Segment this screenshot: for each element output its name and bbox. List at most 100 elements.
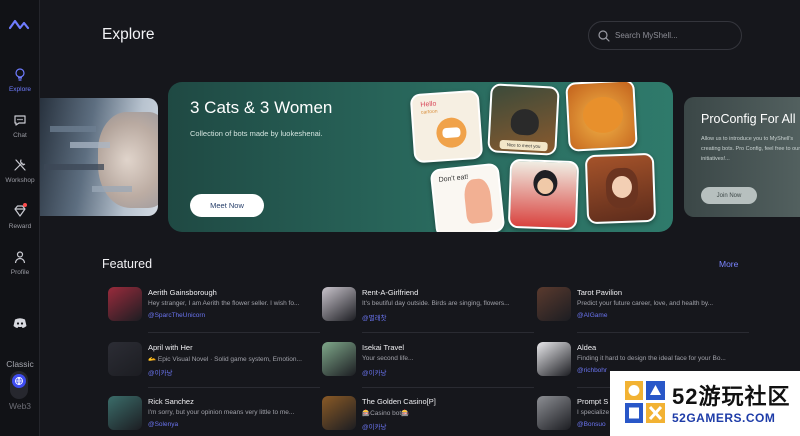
discord-icon[interactable]	[13, 317, 27, 329]
bot-description: 🫴 Epic Visual Novel · Solid game system,…	[148, 356, 302, 363]
bot-avatar	[537, 287, 571, 321]
more-link[interactable]: More	[719, 259, 738, 269]
bot-description: Your second life...	[362, 355, 414, 362]
bot-description: I'm sorry, but your opinion means very l…	[148, 409, 295, 416]
featured-bot-item[interactable]: April with Her 🫴 Epic Visual Novel · Soli…	[108, 342, 320, 390]
banner-card-next[interactable]: ProConfig For All Allow us to introduce …	[684, 97, 800, 217]
bot-creator[interactable]: @AIGame	[577, 312, 607, 319]
search-icon	[598, 30, 610, 42]
cat-street-tile: Nice to meet you	[487, 83, 560, 156]
banner-next-title: ProConfig For All	[701, 112, 796, 126]
bot-avatar	[322, 396, 356, 430]
sidebar-item-reward[interactable]: Reward	[0, 203, 40, 230]
banner-card-main[interactable]: 3 Cats & 3 Women Collection of bots made…	[168, 82, 673, 232]
woman-red-tile	[507, 158, 580, 231]
banner-next-description: Allow us to introduce you to MyShell's c…	[701, 136, 800, 162]
sidebar-item-label: Reward	[8, 223, 32, 230]
classic-mode-label: Classic	[6, 359, 34, 369]
bot-creator[interactable]: @richbohr	[577, 367, 607, 374]
bot-description: Hey stranger, I am Aerith the flower sel…	[148, 300, 300, 307]
search-input[interactable]	[615, 22, 735, 49]
sidebar: Explore Chat Workshop Reward Profile Cla…	[0, 0, 40, 436]
glitch-stripe	[50, 126, 96, 132]
bot-name: Aldea	[577, 343, 597, 352]
featured-bot-item[interactable]: Isekai Travel Your second life... @이카낭	[322, 342, 534, 390]
globe-icon	[15, 377, 23, 386]
join-now-button[interactable]: Join Now	[701, 187, 757, 204]
bot-name: Rent-A-Girlfriend	[362, 288, 419, 297]
cat-orange-tile	[565, 82, 638, 152]
bot-name: Prompt S	[577, 397, 609, 406]
woman-cartoon-tile: Don't eat!	[429, 162, 506, 232]
user-icon	[14, 251, 26, 264]
watermark: 52游玩社区 52GAMERS.COM	[610, 371, 800, 436]
myshell-logo-icon[interactable]	[9, 18, 31, 32]
glitch-stripe	[44, 164, 104, 170]
bot-avatar	[322, 342, 356, 376]
banner-card-previous[interactable]	[40, 98, 158, 216]
sidebar-item-label: Chat	[13, 132, 27, 139]
page-title: Explore	[102, 26, 155, 43]
featured-bot-item[interactable]: Tarot Pavilion Predict your future career…	[537, 287, 749, 335]
toggle-knob	[12, 374, 26, 388]
woman-brown-tile	[584, 152, 657, 225]
sidebar-item-profile[interactable]: Profile	[0, 250, 40, 276]
featured-bot-item[interactable]: The Golden Casino[P] 🎰Casino bot🎰 @이카낭	[322, 396, 522, 436]
bot-avatar	[108, 287, 142, 321]
bot-creator[interactable]: @Bonsuo	[577, 421, 606, 428]
divider	[362, 332, 534, 333]
bot-description: 🎰Casino bot🎰	[362, 410, 410, 417]
sidebar-item-label: Explore	[8, 86, 32, 93]
bot-avatar	[537, 396, 571, 430]
tile-text-hello: Hello	[420, 100, 437, 109]
bot-name: The Golden Casino[P]	[362, 397, 436, 406]
watermark-logo-icon	[625, 381, 665, 423]
bot-name: Rick Sanchez	[148, 397, 194, 406]
glitch-stripe	[92, 186, 132, 192]
bot-creator[interactable]: @별래찻	[362, 312, 387, 322]
tile-text-dont-eat: Don't eat!	[438, 173, 469, 184]
black-cat-illustration	[510, 108, 540, 136]
bot-creator[interactable]: @SparcTheUnicorn	[148, 312, 205, 319]
featured-bot-item[interactable]: Rick Sanchez I'm sorry, but your opinion …	[108, 396, 308, 436]
cat-cartoon-tile: Hello cartoon	[409, 89, 484, 164]
banner-title: 3 Cats & 3 Women	[190, 98, 333, 117]
sidebar-item-label: Workshop	[5, 177, 35, 184]
bot-creator[interactable]: @이카낭	[362, 421, 387, 431]
bot-name: Aerith Gainsborough	[148, 288, 217, 297]
mode-toggle[interactable]	[10, 371, 28, 399]
watermark-text: 52游玩社区	[672, 384, 791, 409]
bot-creator[interactable]: @이카낭	[362, 367, 387, 377]
sidebar-item-workshop[interactable]: Workshop	[0, 158, 40, 184]
bot-creator[interactable]: @Solenya	[148, 421, 178, 428]
featured-bot-item[interactable]: Aerith Gainsborough Hey stranger, I am Ae…	[108, 287, 320, 335]
sidebar-item-label: Profile	[10, 269, 30, 276]
lightbulb-icon	[15, 68, 25, 81]
divider	[362, 387, 534, 388]
watermark-url: 52GAMERS.COM	[672, 411, 776, 425]
bot-avatar	[108, 342, 142, 376]
woman-illustration	[462, 177, 494, 225]
orange-cat-illustration	[582, 95, 624, 134]
divider	[577, 332, 749, 333]
bot-name: Tarot Pavilion	[577, 288, 623, 297]
notification-dot	[23, 203, 27, 207]
bot-description: It's beutiful day outside. Birds are sin…	[362, 300, 510, 307]
search-box[interactable]	[588, 21, 742, 50]
bot-name: April with Her	[148, 343, 193, 352]
bot-name: Isekai Travel	[362, 343, 405, 352]
chat-bubble-icon	[14, 115, 26, 126]
divider	[148, 387, 320, 388]
divider	[148, 332, 320, 333]
sidebar-item-chat[interactable]: Chat	[0, 113, 40, 139]
sidebar-item-explore[interactable]: Explore	[0, 67, 40, 93]
meet-now-button[interactable]: Meet Now	[190, 194, 264, 217]
face-image	[98, 112, 158, 208]
cat-face	[442, 127, 461, 139]
featured-bot-item[interactable]: Rent-A-Girlfriend It's beutiful day outsi…	[322, 287, 534, 335]
featured-title: Featured	[102, 257, 153, 271]
bot-creator[interactable]: @이카낭	[148, 367, 173, 377]
bot-avatar	[108, 396, 142, 430]
tile-text-nice: Nice to meet you	[499, 139, 548, 152]
tile-text-hello-sub: cartoon	[420, 108, 438, 116]
